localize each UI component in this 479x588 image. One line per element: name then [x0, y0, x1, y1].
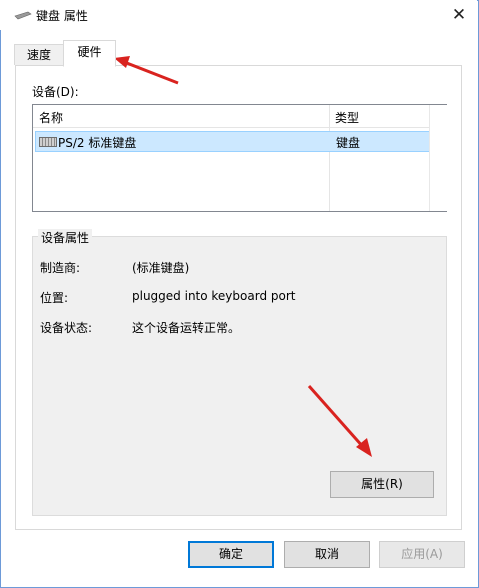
manufacturer-value: (标准键盘): [132, 261, 190, 275]
close-icon: ✕: [451, 5, 467, 25]
tab-speed[interactable]: 速度: [14, 44, 64, 65]
devices-list[interactable]: 名称 类型 PS/2 标准键盘 键盘: [32, 104, 447, 212]
column-divider[interactable]: [329, 105, 330, 211]
properties-button[interactable]: 属性(R): [330, 471, 434, 498]
ok-button[interactable]: 确定: [188, 541, 274, 568]
device-status-value: 这个设备运转正常。: [132, 321, 241, 335]
devices-label: 设备(D):: [32, 85, 79, 99]
keyboard-icon: [39, 137, 57, 147]
location-label: 位置:: [40, 291, 69, 305]
column-header-type[interactable]: 类型: [335, 109, 359, 126]
window-title: 键盘 属性: [36, 9, 88, 23]
keyboard-icon: [14, 11, 32, 20]
tab-hardware[interactable]: 硬件: [63, 40, 116, 67]
manufacturer-label: 制造商:: [40, 261, 81, 275]
device-name: PS/2 标准键盘: [58, 136, 137, 150]
column-header-name[interactable]: 名称: [39, 109, 63, 126]
list-header: 名称 类型: [33, 105, 446, 128]
device-type: 键盘: [336, 136, 361, 150]
cancel-button[interactable]: 取消: [284, 541, 370, 568]
vertical-scrollbar[interactable]: [429, 105, 447, 211]
close-button[interactable]: ✕: [442, 2, 476, 28]
device-row-ps2-keyboard[interactable]: PS/2 标准键盘 键盘: [35, 131, 431, 152]
location-value: plugged into keyboard port: [132, 289, 296, 303]
device-status-label: 设备状态:: [40, 321, 93, 335]
title-bar: 键盘 属性 ✕: [0, 0, 477, 30]
device-properties-title: 设备属性: [38, 229, 93, 246]
apply-button[interactable]: 应用(A): [379, 541, 465, 568]
